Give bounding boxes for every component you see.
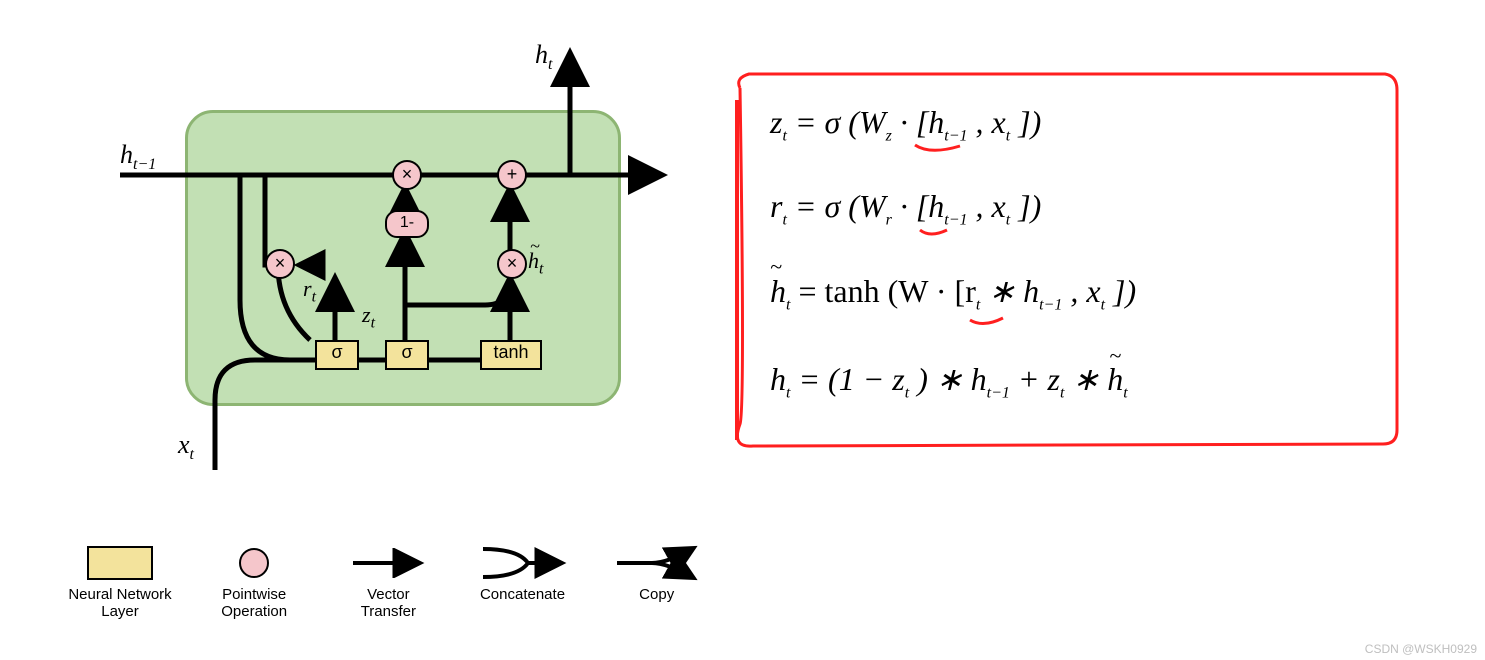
op-one-minus: 1- [385,210,429,238]
label-r-t: rt [303,276,316,306]
legend-label-copy: Copy [597,586,717,603]
legend-label-vector: Vector Transfer [328,586,448,620]
op-multiply-candidate: × [497,249,527,279]
equation-z: zt = σ (Wz · [ht−1 , xt ]) [770,104,1041,145]
copy-icon [612,543,702,583]
legend-item-concat: Concatenate [463,540,583,603]
op-add-output: + [497,160,527,190]
label-h-prev: ht−1 [120,140,156,174]
legend-item-vector: Vector Transfer [328,540,448,620]
legend-label-layer: Neural Network Layer [60,586,180,620]
label-x-in: xt [178,430,194,464]
label-z-t: zt [362,302,375,332]
label-h-out: ht [535,40,552,74]
equation-box: zt = σ (Wz · [ht−1 , xt ]) rt = σ (Wr · … [725,60,1405,440]
label-h-tilde: ~ ht [528,248,543,278]
gate-tanh: tanh [480,340,542,370]
gate-sigma-reset: σ [315,340,359,370]
legend-label-pointwise: Pointwise Operation [194,586,314,620]
equation-r: rt = σ (Wr · [ht−1 , xt ]) [770,188,1041,229]
equation-h: ht = (1 − zt ) ∗ ht−1 + zt ∗ ~ht [770,360,1128,402]
legend-item-layer: Neural Network Layer [60,540,180,620]
legend-item-pointwise: Pointwise Operation [194,540,314,620]
equation-h-tilde: ~ ht = tanh (W · [rt ∗ ht−1 , xt ]) [770,272,1136,314]
watermark: CSDN @WSKH0929 [1365,642,1477,656]
op-multiply-update: × [392,160,422,190]
legend-label-concat: Concatenate [463,586,583,603]
legend: Neural Network Layer Pointwise Operation… [60,540,727,620]
op-multiply-reset: × [265,249,295,279]
legend-item-copy: Copy [597,540,717,603]
gate-sigma-update: σ [385,340,429,370]
arrow-icon [348,548,428,578]
concat-icon [478,543,568,583]
